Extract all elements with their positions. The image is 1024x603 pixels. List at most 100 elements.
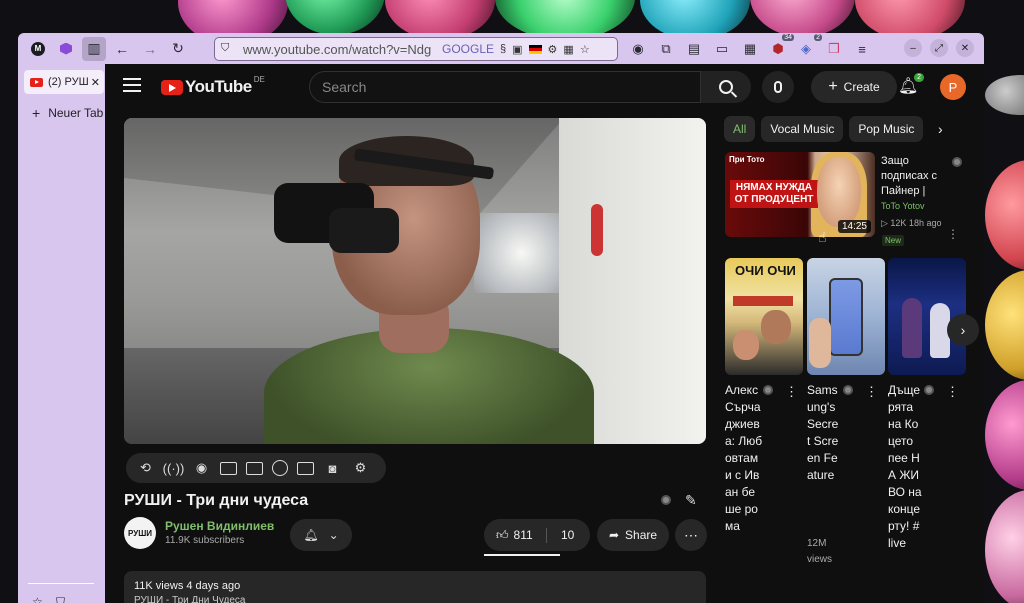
chip-all[interactable]: All	[724, 116, 756, 142]
profile-extension-icon[interactable]: ◈ 2	[794, 34, 822, 61]
extensions-puzzle-icon[interactable]: ⧉	[654, 37, 678, 61]
ublock-icon[interactable]: ⬢ 34	[766, 34, 794, 61]
sidebar-toggle-icon[interactable]: ▥	[82, 36, 106, 61]
shorts-next-button[interactable]: ›	[947, 314, 979, 346]
apps-grid-icon[interactable]: ▦	[738, 37, 762, 61]
tab-youtube[interactable]: (2) РУШ ✕	[24, 70, 104, 94]
sidebar-tools: ☆ ⛉ ▣ ◷	[32, 595, 80, 603]
recommended-channel[interactable]: ToTo Yotov	[881, 201, 925, 211]
chip-pop-music[interactable]: Pop Music	[849, 116, 924, 142]
app-menu-icon[interactable]: ≡	[850, 37, 874, 61]
short-3-menu-icon[interactable]: ⋮	[946, 384, 959, 400]
fullscreen-window-icon[interactable]	[246, 461, 263, 475]
close-tab-icon[interactable]: ✕	[91, 76, 100, 89]
short-1-dot-icon[interactable]	[763, 385, 773, 395]
browser-toolbar: M ▥ ← → ↻ ⛉ www.youtube.com/watch?v=Ndg …	[18, 33, 984, 64]
new-tab-button[interactable]: + Neuer Tab	[32, 105, 103, 121]
account-avatar[interactable]: P	[940, 74, 966, 100]
close-window-icon[interactable]: ✕	[956, 39, 974, 57]
camera-snapshot-icon[interactable]: ◙	[323, 460, 342, 477]
translate-icon[interactable]: ⚙	[548, 43, 558, 56]
search-button[interactable]	[701, 71, 751, 103]
hamburger-menu-icon[interactable]	[123, 78, 141, 92]
bookmarks-star-icon[interactable]: ☆	[32, 595, 56, 603]
settings-gear-icon[interactable]: ⚙	[351, 460, 370, 477]
video-title: РУШИ - Три дни чудеса	[124, 492, 309, 509]
recommended-title[interactable]: Защо подписах с Пайнер |	[881, 154, 943, 199]
short-title-1[interactable]: Алекс Сърчаджиева: Любовтами с Иван беше…	[725, 382, 763, 535]
create-label: Create	[843, 80, 880, 94]
tab-title: (2) РУШ	[48, 76, 89, 88]
recommended-thumbnail[interactable]: При Тото НЯМАХ НУЖДА ОТ ПРОДУЦЕНТ 14:25	[725, 152, 875, 237]
player-extension-controls: ⟲ ((·)) ◉ ◙ ⚙	[126, 453, 386, 483]
status-dot-icon[interactable]	[661, 495, 671, 505]
short-thumbnail-2[interactable]	[807, 258, 885, 375]
chip-vocal-music[interactable]: Vocal Music	[761, 116, 844, 142]
recommended-menu-icon[interactable]: ⋮	[947, 227, 959, 241]
short-title-3[interactable]: Дъщерята на Коцето пее НА ЖИВО на концер…	[888, 382, 922, 552]
back-icon[interactable]: ←	[110, 37, 134, 61]
reader-icon[interactable]: ▣	[512, 43, 522, 56]
search-input[interactable]: Search	[309, 71, 701, 103]
german-flag-icon[interactable]	[528, 44, 542, 54]
voice-search-button[interactable]	[762, 71, 794, 103]
add-frame-icon[interactable]	[297, 461, 314, 475]
short-title-2[interactable]: Samsung's Secret Screen Feature	[807, 382, 841, 484]
screenshot-icon[interactable]: ◉	[626, 37, 650, 61]
menu-logo-icon[interactable]: M	[26, 37, 50, 61]
container-icon[interactable]: ▤	[682, 37, 706, 61]
grid-icon[interactable]: ▦	[563, 43, 573, 56]
region-code: DE	[253, 74, 265, 84]
short-thumbnail-1[interactable]: ОЧИ ОЧИ	[725, 258, 803, 375]
reading-list-icon[interactable]: ❒	[822, 37, 846, 61]
audio-waves-icon[interactable]: ((·))	[163, 460, 185, 477]
channel-name[interactable]: Рушен Видинлиев	[165, 519, 274, 533]
window-icon[interactable]: ▭	[710, 37, 734, 61]
video-player[interactable]	[124, 118, 706, 444]
short-3-dot-icon[interactable]	[924, 385, 934, 395]
subscriber-count: 11.9K subscribers	[165, 535, 245, 546]
chips-next-icon[interactable]: ›	[938, 121, 943, 137]
maximize-icon[interactable]: ⤢	[930, 39, 948, 57]
profile-extension-badge: 2	[814, 34, 822, 41]
short-1-menu-icon[interactable]: ⋮	[785, 384, 798, 400]
forward-icon[interactable]: →	[138, 37, 162, 61]
more-actions-button[interactable]: ⋯	[675, 519, 707, 551]
site-shield-icon[interactable]: ⛉	[221, 42, 235, 56]
like-dislike-group: 👍︎ 811 10	[484, 519, 590, 551]
subscription-bell-button[interactable]: 🔔︎ ⌄	[290, 519, 352, 551]
chevron-down-icon: ⌄	[328, 528, 339, 542]
eye-icon[interactable]: ◉	[192, 460, 211, 477]
short-2-menu-icon[interactable]: ⋮	[865, 384, 878, 400]
like-button[interactable]: 👍︎ 811	[484, 527, 547, 543]
plus-icon: +	[32, 105, 41, 121]
youtube-logo[interactable]: YouTube DE	[161, 74, 265, 97]
thumbs-up-icon: 👍︎	[496, 527, 509, 542]
cinema-mode-icon[interactable]	[220, 461, 237, 475]
description-box[interactable]: 11K views 4 days ago РУШИ - Три Дни Чуде…	[124, 571, 706, 603]
tab-sidebar: (2) РУШ ✕ + Neuer Tab ☆ ⛉ ▣ ◷	[18, 64, 105, 603]
minimize-icon[interactable]: –	[904, 39, 922, 57]
create-button[interactable]: + Create	[811, 71, 897, 103]
extension-tag-icon[interactable]: §	[500, 43, 506, 55]
recommended-status-dot-icon[interactable]	[952, 157, 962, 167]
channel-avatar[interactable]: РУШИ	[124, 517, 156, 549]
hex-extension-icon[interactable]	[54, 37, 78, 61]
short-2-dot-icon[interactable]	[843, 385, 853, 395]
speed-gauge-icon[interactable]	[272, 460, 288, 476]
reload-icon[interactable]: ↻	[166, 37, 190, 61]
short-views-2: 12M views	[807, 538, 833, 565]
ublock-badge: 34	[782, 34, 794, 41]
short-thumbnail-text: ОЧИ ОЧИ	[735, 263, 796, 278]
url-text[interactable]: www.youtube.com/watch?v=Ndg	[243, 42, 438, 57]
shield-icon[interactable]: ⛉	[56, 595, 80, 603]
notifications-bell-icon[interactable]: 🔔︎ 2	[898, 73, 924, 98]
edit-pencil-icon[interactable]: ✎	[685, 492, 701, 508]
loop-icon[interactable]: ⟲	[136, 460, 155, 477]
bookmark-star-icon[interactable]: ☆	[580, 43, 590, 56]
search-engine-label[interactable]: GOOGLE	[442, 42, 494, 56]
url-bar[interactable]: ⛉ www.youtube.com/watch?v=Ndg GOOGLE § ▣…	[214, 37, 618, 61]
like-count: 811	[513, 528, 533, 542]
dislike-button[interactable]: 10	[547, 528, 574, 542]
share-button[interactable]: ➦ Share	[597, 519, 669, 551]
